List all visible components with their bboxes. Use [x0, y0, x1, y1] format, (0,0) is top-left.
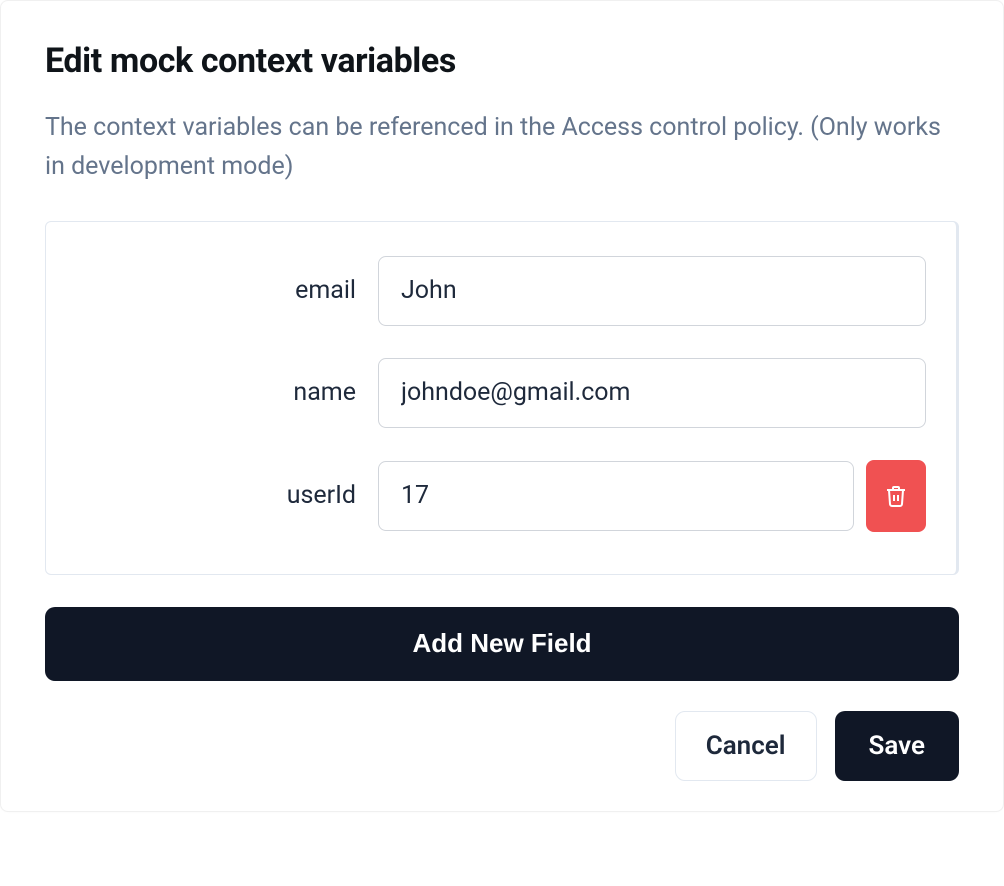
dialog-title: Edit mock context variables	[45, 41, 959, 81]
field-label-userid: userId	[76, 481, 356, 510]
field-input-wrap	[378, 256, 926, 326]
trash-icon	[884, 483, 908, 509]
edit-context-variables-dialog: Edit mock context variables The context …	[0, 0, 1004, 812]
dialog-subtitle: The context variables can be referenced …	[45, 109, 959, 187]
email-field[interactable]	[378, 256, 926, 326]
fields-container: email name userId	[45, 221, 959, 575]
field-label-email: email	[76, 276, 356, 305]
dialog-footer: Cancel Save	[45, 711, 959, 781]
field-input-wrap	[378, 358, 926, 428]
delete-field-button[interactable]	[866, 460, 926, 532]
name-field[interactable]	[378, 358, 926, 428]
field-input-wrap	[378, 460, 926, 532]
field-row: name	[76, 358, 926, 428]
add-new-field-button[interactable]: Add New Field	[45, 607, 959, 681]
cancel-button[interactable]: Cancel	[675, 711, 817, 781]
field-label-name: name	[76, 378, 356, 407]
field-row: email	[76, 256, 926, 326]
field-row: userId	[76, 460, 926, 532]
save-button[interactable]: Save	[835, 711, 960, 781]
userid-field[interactable]	[378, 461, 854, 531]
